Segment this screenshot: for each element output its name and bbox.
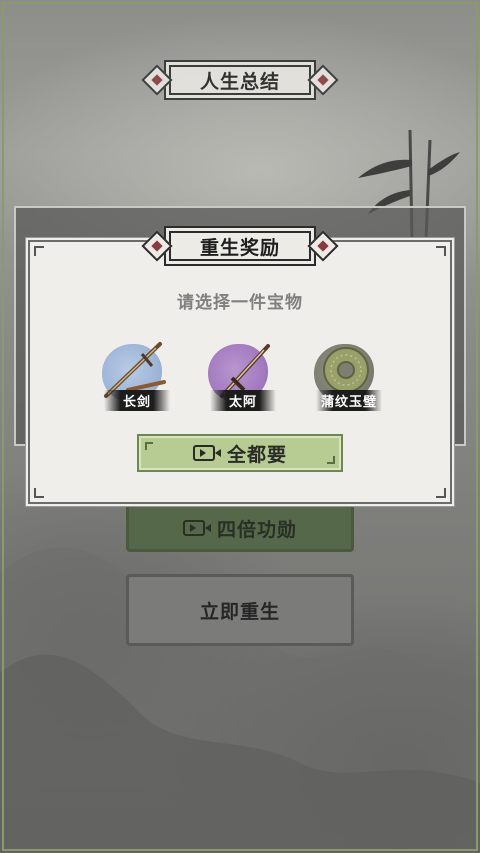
item-label: 蒲纹玉璧 <box>316 390 382 411</box>
item-label: 太阿 <box>210 390 276 411</box>
rebirth-now-label: 立即重生 <box>199 600 280 623</box>
quad-merit-label: 四倍功勋 <box>216 518 297 541</box>
video-icon <box>182 520 211 536</box>
modal-title: 重生奖励 <box>163 226 317 266</box>
treasure-item-long-sword[interactable]: 长剑 <box>98 340 170 412</box>
corner-ornament <box>34 488 44 498</box>
corner-ornament <box>436 488 446 498</box>
rebirth-now-button[interactable]: 立即重生 <box>126 574 354 646</box>
take-all-button[interactable]: 全都要 <box>137 434 343 472</box>
video-icon <box>192 445 221 461</box>
treasure-item-jade-disc[interactable]: 蒲纹玉璧 <box>310 340 382 412</box>
item-label: 长剑 <box>104 390 170 411</box>
button-ornament <box>327 456 335 464</box>
corner-ornament <box>34 246 44 256</box>
summary-title: 人生总结 <box>163 60 317 100</box>
button-ornament <box>145 442 153 450</box>
modal-subtitle: 请选择一件宝物 <box>177 293 303 313</box>
corner-ornament <box>436 246 446 256</box>
rebirth-reward-title-banner: 重生奖励 <box>141 226 339 266</box>
summary-title-banner: 人生总结 <box>141 60 339 100</box>
treasure-item-taie[interactable]: 太阿 <box>204 340 276 412</box>
take-all-label: 全都要 <box>226 443 287 466</box>
